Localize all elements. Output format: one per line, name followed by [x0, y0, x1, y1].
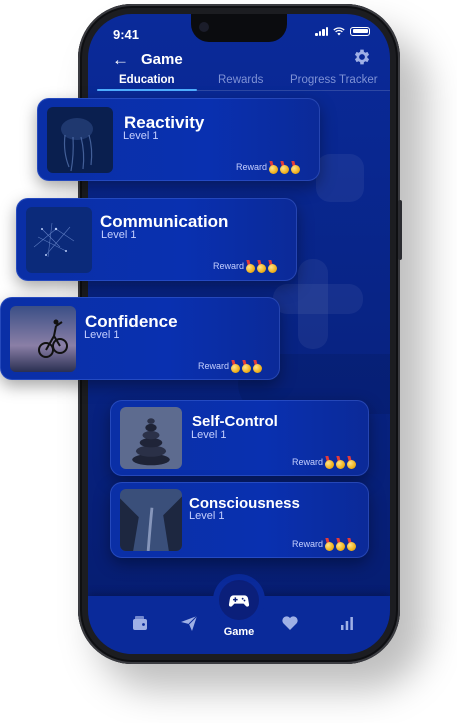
tab-rewards[interactable]: Rewards	[218, 74, 263, 86]
background-shape	[316, 154, 364, 202]
reward-label: Reward	[292, 539, 324, 549]
lesson-level: Level 1	[101, 229, 137, 241]
gear-icon[interactable]	[352, 47, 372, 67]
jellyfish-image	[47, 107, 113, 173]
arrow-left-icon[interactable]: ←	[112, 50, 129, 70]
medal-icon	[325, 456, 335, 469]
lesson-card-self-control[interactable]: Self-Control Level 1 Reward	[110, 400, 369, 476]
reward-row: Reward	[292, 456, 357, 469]
battery-icon	[350, 26, 370, 36]
game-nav-button[interactable]	[219, 580, 259, 620]
tab-education[interactable]: Education	[119, 74, 175, 86]
medal-icon	[280, 161, 290, 174]
bmx-rider-image	[10, 306, 76, 372]
reward-row: Reward	[198, 360, 263, 373]
misty-canyon-image	[120, 489, 182, 551]
lesson-level: Level 1	[191, 429, 227, 441]
lesson-level: Level 1	[84, 329, 120, 341]
reward-row: Reward	[236, 161, 301, 174]
medal-icon	[246, 260, 256, 273]
lesson-title: Self-Control	[192, 413, 278, 430]
medal-icon	[347, 456, 357, 469]
reward-label: Reward	[236, 162, 268, 172]
lesson-card-communication[interactable]: Communication Level 1 Reward	[16, 198, 297, 281]
gamepad-icon	[228, 595, 250, 607]
lesson-level: Level 1	[189, 510, 225, 522]
medal-icon	[253, 360, 263, 373]
lesson-card-consciousness[interactable]: Consciousness Level 1 Reward	[110, 482, 369, 558]
nav-label-game: Game	[223, 626, 255, 638]
signal-icon	[315, 26, 328, 36]
medal-icon	[291, 161, 301, 174]
medal-icon	[336, 456, 346, 469]
stacked-stones-image	[120, 407, 182, 469]
tab-bar: Education Rewards Progress Tracker	[88, 74, 390, 98]
notch	[191, 14, 287, 42]
medal-icon	[231, 360, 241, 373]
reward-label: Reward	[198, 361, 230, 371]
reward-label: Reward	[213, 261, 245, 271]
medal-icon	[242, 360, 252, 373]
wifi-icon	[333, 26, 345, 35]
tab-progress-tracker[interactable]: Progress Tracker	[290, 74, 378, 86]
status-icons	[315, 26, 370, 36]
background-shape	[273, 284, 363, 314]
medal-icon	[257, 260, 267, 273]
app-header: ← Game	[88, 46, 390, 76]
medal-icon	[336, 538, 346, 551]
lesson-level: Level 1	[123, 130, 159, 142]
medal-icon	[325, 538, 335, 551]
lesson-card-reactivity[interactable]: Reactivity Level 1 Reward	[37, 98, 320, 181]
lesson-card-confidence[interactable]: Confidence Level 1 Reward	[0, 297, 280, 380]
tab-active-indicator	[97, 89, 197, 91]
reward-label: Reward	[292, 457, 324, 467]
status-time: 9:41	[113, 27, 140, 42]
reward-row: Reward	[213, 260, 278, 273]
reward-row: Reward	[292, 538, 357, 551]
medal-icon	[269, 161, 279, 174]
page-title: Game	[141, 51, 183, 68]
medal-icon	[268, 260, 278, 273]
medal-icon	[347, 538, 357, 551]
power-button	[398, 200, 402, 260]
network-image	[26, 207, 92, 273]
